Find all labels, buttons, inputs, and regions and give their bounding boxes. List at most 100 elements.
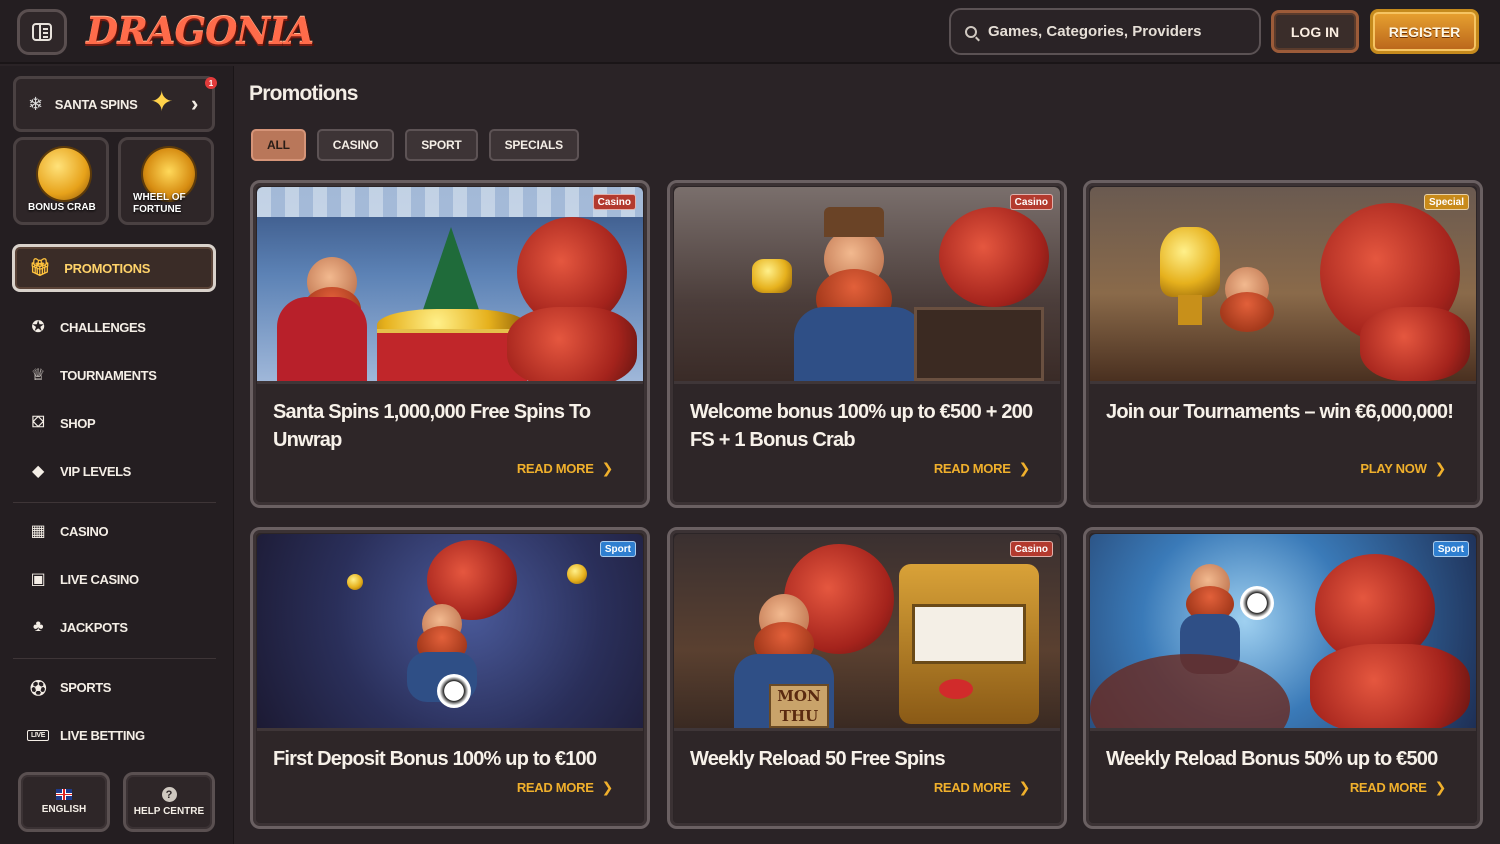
- santa-spins-label: SANTA SPINS: [54, 96, 138, 112]
- promo-image-weekly-reload-bonus: Sport: [1090, 534, 1476, 728]
- live-card-icon: ▣: [30, 571, 46, 588]
- promo-card[interactable]: Sport Weekly Reload Bonus 50% up to €500…: [1083, 527, 1483, 829]
- cta-label: READ MORE: [516, 461, 594, 476]
- cta-label: READ MORE: [933, 780, 1011, 795]
- sidebar-item-tournaments[interactable]: ♕ TOURNAMENTS: [27, 363, 157, 387]
- sidebar-item-label: PROMOTIONS: [64, 260, 151, 276]
- promo-card[interactable]: MON THU Casino Weekly Reload 50 Free Spi…: [667, 527, 1067, 829]
- play-now-link[interactable]: PLAY NOW ❯: [1360, 460, 1446, 477]
- sidebar-item-label: CHALLENGES: [60, 319, 146, 335]
- promo-card[interactable]: Sport First Deposit Bonus 100% up to €10…: [250, 527, 650, 829]
- promo-card[interactable]: Special Join our Tournaments – win €6,00…: [1083, 180, 1483, 508]
- uk-flag-icon: [56, 789, 72, 800]
- sidebar-item-shop[interactable]: ⛋ SHOP: [27, 411, 96, 435]
- sidebar-divider: [13, 658, 216, 659]
- chevron-right-icon: ❯: [601, 460, 614, 476]
- sidebar-item-label: JACKPOTS: [60, 619, 128, 635]
- wheel-of-fortune-label: WHEEL OF FORTUNE: [133, 192, 186, 216]
- promo-card[interactable]: Casino Welcome bonus 100% up to €500 + 2…: [667, 180, 1067, 508]
- bonus-crab-label: BONUS CRAB: [28, 202, 96, 213]
- promo-card-body: Welcome bonus 100% up to €500 + 200 FS +…: [674, 381, 1060, 501]
- sidebar-item-jackpots[interactable]: ♣ JACKPOTS: [27, 615, 128, 639]
- sparkle-icon: ✦: [150, 86, 174, 117]
- read-more-link[interactable]: READ MORE ❯: [517, 460, 613, 477]
- promo-image-tournaments: Special: [1090, 187, 1476, 381]
- sidebar-item-live-casino[interactable]: ▣ LIVE CASINO: [27, 567, 139, 591]
- gift-icon: 🎁︎: [29, 258, 51, 277]
- bonus-crab-tile[interactable]: BONUS CRAB: [13, 137, 109, 225]
- chevron-right-icon: ❯: [1018, 779, 1031, 795]
- shop-bag-icon: ⛋: [32, 414, 44, 431]
- promo-title: Weekly Reload 50 Free Spins: [690, 748, 946, 770]
- promo-card[interactable]: Casino Santa Spins 1,000,000 Free Spins …: [250, 180, 650, 508]
- login-button[interactable]: LOG IN: [1271, 10, 1359, 53]
- promo-title: First Deposit Bonus 100% up to €100: [273, 748, 597, 770]
- read-more-link[interactable]: READ MORE ❯: [1350, 779, 1446, 796]
- help-centre-label: HELP CENTRE: [133, 806, 205, 817]
- read-more-link[interactable]: READ MORE ❯: [934, 460, 1030, 477]
- category-badge: Casino: [1009, 541, 1053, 557]
- sidebar: ❄ SANTA SPINS ✦ › 1 BONUS CRAB WHEEL OF …: [0, 66, 234, 844]
- chevron-right-icon: ›: [190, 91, 198, 116]
- chevron-right-icon: ❯: [601, 779, 614, 795]
- filter-tab-casino[interactable]: CASINO: [316, 129, 395, 161]
- promo-title: Welcome bonus 100% up to €500 + 200 FS +…: [690, 401, 1033, 451]
- clover-icon: ♣: [32, 618, 44, 635]
- filter-tab-all[interactable]: ALL: [251, 129, 306, 161]
- page-title: Promotions: [249, 82, 358, 105]
- language-button[interactable]: ENGLISH: [18, 772, 110, 832]
- sidebar-item-sports[interactable]: ⚽︎ SPORTS: [27, 675, 111, 699]
- read-more-link[interactable]: READ MORE ❯: [517, 779, 613, 796]
- category-badge: Sport: [599, 541, 636, 557]
- wheel-label-line1: WHEEL OF: [133, 192, 186, 203]
- sidebar-item-challenges[interactable]: ✪ CHALLENGES: [27, 315, 146, 339]
- promo-image-santa: Casino: [257, 187, 643, 381]
- chevron-right-icon: ❯: [1018, 460, 1031, 476]
- sign-line1: MON: [777, 687, 821, 705]
- dragonia-logo[interactable]: DRAGONIA: [86, 9, 314, 53]
- notification-badge: 1: [205, 77, 217, 89]
- live-tag-icon: LIVE: [27, 729, 49, 741]
- register-button[interactable]: REGISTER: [1370, 9, 1479, 54]
- search-input[interactable]: [988, 23, 1248, 40]
- sidebar-item-label: LIVE CASINO: [60, 571, 139, 587]
- sidebar-item-promotions[interactable]: 🎁︎ PROMOTIONS: [12, 244, 216, 292]
- sidebar-toggle-icon: [32, 23, 52, 41]
- sign-line2: THU: [779, 707, 819, 725]
- sidebar-item-live-betting[interactable]: LIVE LIVE BETTING: [27, 723, 145, 747]
- promo-title: Join our Tournaments – win €6,000,000!: [1106, 401, 1454, 423]
- wheel-of-fortune-tile[interactable]: WHEEL OF FORTUNE: [118, 137, 214, 225]
- promo-image-weekly-reload: MON THU Casino: [674, 534, 1060, 728]
- filter-tab-specials[interactable]: SPECIALS: [488, 129, 579, 161]
- help-icon: ?: [161, 787, 177, 802]
- slot-machine-icon: ▦: [30, 523, 46, 540]
- promo-title: Weekly Reload Bonus 50% up to €500: [1106, 748, 1438, 770]
- promo-card-body: Weekly Reload Bonus 50% up to €500 READ …: [1090, 728, 1476, 822]
- help-centre-button[interactable]: ? HELP CENTRE: [123, 772, 215, 832]
- filter-tab-sport[interactable]: SPORT: [405, 129, 478, 161]
- bonus-crab-coin-icon: [38, 148, 90, 200]
- category-badge: Sport: [1432, 541, 1469, 557]
- category-badge: Casino: [1009, 194, 1053, 210]
- sidebar-item-label: LIVE BETTING: [60, 727, 145, 743]
- sidebar-item-vip-levels[interactable]: ◆ VIP LEVELS: [27, 459, 131, 483]
- chevron-right-icon: ❯: [1434, 460, 1447, 476]
- promo-card-body: Santa Spins 1,000,000 Free Spins To Unwr…: [257, 381, 643, 501]
- sidebar-item-label: CASINO: [60, 523, 109, 539]
- diamond-icon: ◆: [32, 463, 44, 480]
- cta-label: PLAY NOW: [1360, 461, 1427, 476]
- promo-title: Santa Spins 1,000,000 Free Spins To Unwr…: [273, 401, 591, 451]
- sidebar-toggle-button[interactable]: [17, 9, 67, 55]
- cta-label: READ MORE: [1349, 780, 1427, 795]
- read-more-link[interactable]: READ MORE ❯: [934, 779, 1030, 796]
- promo-image-welcome: Casino: [674, 187, 1060, 381]
- promo-card-body: Join our Tournaments – win €6,000,000! P…: [1090, 381, 1476, 501]
- top-header: DRAGONIA LOG IN REGISTER: [0, 0, 1500, 64]
- santa-spins-button[interactable]: ❄ SANTA SPINS ✦ ›: [13, 76, 215, 132]
- sidebar-item-label: TOURNAMENTS: [60, 367, 157, 383]
- search-box[interactable]: [949, 8, 1261, 55]
- sidebar-item-casino[interactable]: ▦ CASINO: [27, 519, 109, 543]
- chevron-right-icon: ❯: [1434, 779, 1447, 795]
- category-badge: Special: [1423, 194, 1469, 210]
- category-badge: Casino: [592, 194, 636, 210]
